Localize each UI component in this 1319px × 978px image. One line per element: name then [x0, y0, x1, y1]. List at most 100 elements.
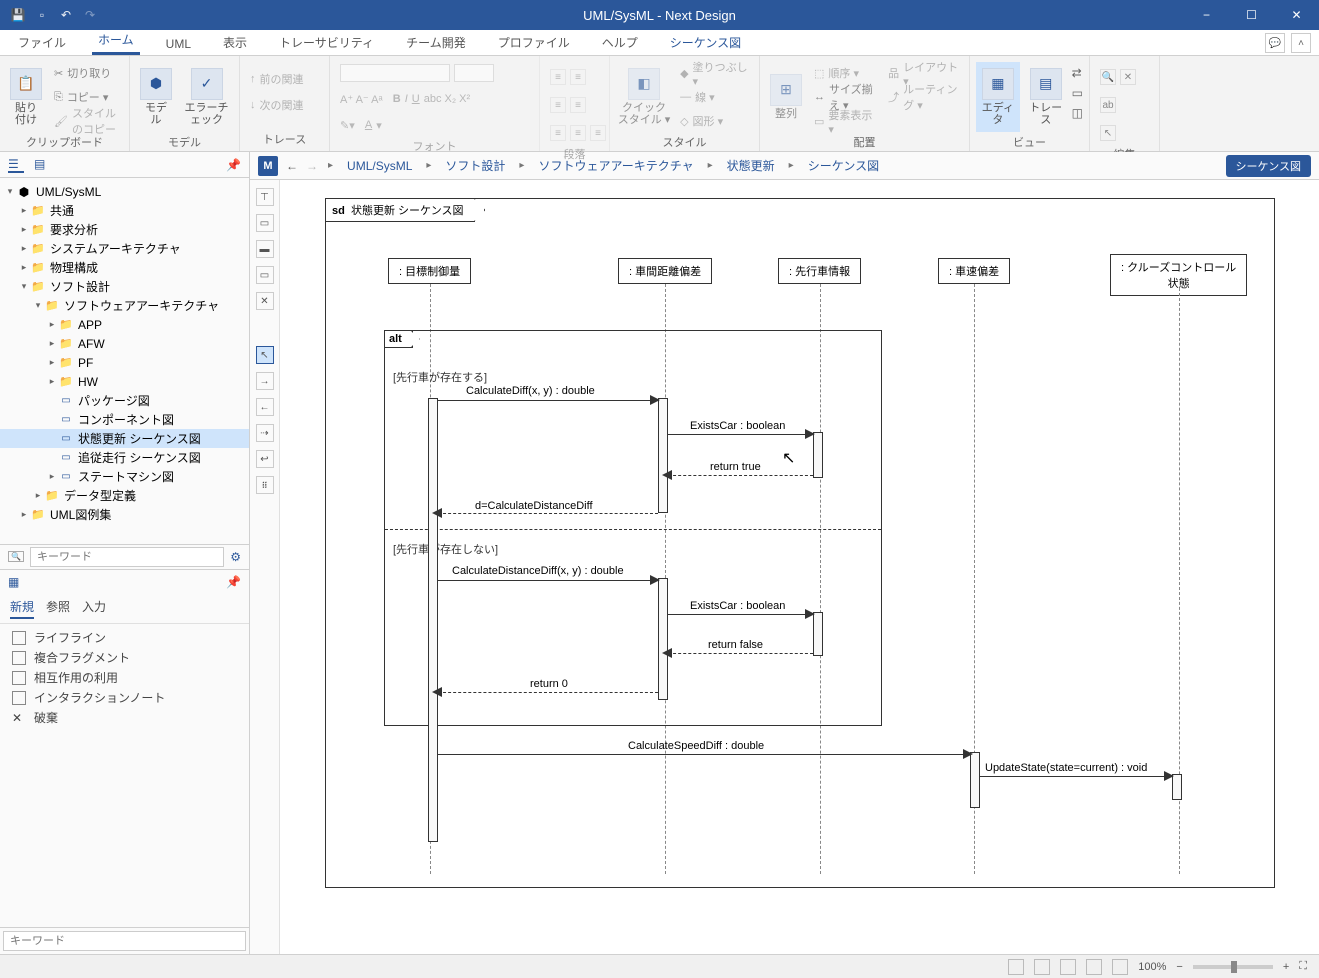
tree-item[interactable]: ▾📁ソフト設計 [0, 277, 249, 296]
lifeline-1[interactable]: : 目標制御量 [388, 258, 471, 284]
vtool-arrow-left-icon[interactable]: ← [256, 398, 274, 416]
tool-destroy[interactable]: ✕破棄 [0, 708, 249, 728]
view-toggle-2-icon[interactable]: ▭ [1072, 86, 1083, 100]
shape-button[interactable]: ◇ 図形 ▾ [676, 110, 753, 132]
format-painter-button[interactable]: 🖌 スタイルのコピー [50, 110, 123, 132]
model-home-button[interactable]: M [258, 156, 278, 176]
undo-icon[interactable]: ↶ [58, 7, 74, 23]
breadcrumb-item[interactable]: シーケンス図 [804, 157, 883, 174]
search-input[interactable] [30, 547, 224, 567]
line-button[interactable]: — 線 ▾ [676, 86, 753, 108]
tree-item[interactable]: ▸📁共通 [0, 201, 249, 220]
vtool-async-icon[interactable]: ᎒᎒ [256, 476, 274, 494]
model-button[interactable]: ⬢モデル [136, 62, 176, 132]
lifeline-4[interactable]: : 車速偏差 [938, 258, 1010, 284]
replace-icon[interactable]: ab [1100, 97, 1116, 113]
activation[interactable] [970, 752, 980, 808]
next-relation-button[interactable]: ↓ 次の関連 [246, 94, 308, 116]
tab-sequence[interactable]: シーケンス図 [664, 30, 747, 55]
tab-home[interactable]: ホーム [92, 27, 140, 55]
zoom-out-button[interactable]: − [1176, 961, 1182, 973]
select-icon[interactable]: ↖ [1100, 125, 1116, 141]
alt-fragment[interactable]: alt [先行車が存在する] [先行車が存在しない] [384, 330, 882, 726]
tree-item-selected[interactable]: ▭状態更新 シーケンス図 [0, 429, 249, 448]
tree-item[interactable]: ▾📁ソフトウェアアーキテクチャ [0, 296, 249, 315]
tree-item[interactable]: ▸📁HW [0, 372, 249, 391]
editor-view-button[interactable]: ▦エディタ [976, 62, 1020, 132]
lifeline-3[interactable]: : 先行車情報 [778, 258, 861, 284]
routing-button[interactable]: ⤴ ルーティング ▾ [884, 86, 963, 108]
toolbox-tab-new[interactable]: 新規 [10, 598, 34, 619]
tool-combined-fragment[interactable]: 複合フラグメント [0, 648, 249, 668]
tree-item[interactable]: ▸📁データ型定義 [0, 486, 249, 505]
save-icon[interactable]: 💾 [10, 7, 26, 23]
tree-item[interactable]: ▭コンポーネント図 [0, 410, 249, 429]
size-align-button[interactable]: ↔ サイズ揃え ▾ [810, 86, 880, 108]
tab-trace[interactable]: トレーサビリティ [273, 30, 380, 55]
quick-style-button[interactable]: ◧クイック スタイル ▾ [616, 62, 672, 132]
tree-item[interactable]: ▸📁AFW [0, 334, 249, 353]
tree-item[interactable]: ▸📁APP [0, 315, 249, 334]
vtool-sync-icon[interactable]: ↩ [256, 450, 274, 468]
vtool-arrow-right-icon[interactable]: → [256, 372, 274, 390]
search-option-icon[interactable]: ⚙ [230, 550, 241, 564]
vtool-pointer-icon[interactable]: ↖ [256, 346, 274, 364]
status-view-1-icon[interactable] [1008, 959, 1024, 975]
redo-icon[interactable]: ↷ [82, 7, 98, 23]
align-button[interactable]: ⊞整列 [766, 62, 806, 132]
view-toggle-1-icon[interactable]: ⇄ [1072, 66, 1083, 80]
status-view-5-icon[interactable] [1112, 959, 1128, 975]
breadcrumb-item[interactable]: ソフト設計 [441, 157, 509, 174]
find-icon[interactable]: 🔍 [1100, 69, 1116, 85]
tree-item[interactable]: ▸📁物理構成 [0, 258, 249, 277]
lifeline-2[interactable]: : 車間距離偏差 [618, 258, 712, 284]
toolbox-tab-ref[interactable]: 参照 [46, 598, 70, 619]
tab-uml[interactable]: UML [160, 33, 197, 55]
nav-back-icon[interactable]: ← [286, 159, 298, 173]
activation[interactable] [428, 398, 438, 842]
keyword-input[interactable] [3, 931, 246, 951]
lifeline-5[interactable]: : クルーズコントロール 状態 [1110, 254, 1247, 296]
activation[interactable] [658, 578, 668, 700]
fit-screen-icon[interactable]: ⛶ [1299, 960, 1307, 973]
status-view-3-icon[interactable] [1060, 959, 1076, 975]
vtool-5-icon[interactable]: ✕ [256, 292, 274, 310]
tab-file[interactable]: ファイル [12, 30, 72, 55]
vtool-3-icon[interactable]: ▬ [256, 240, 274, 258]
trace-view-button[interactable]: ▤トレース [1024, 62, 1068, 132]
maximize-icon[interactable]: ☐ [1229, 0, 1274, 30]
toolbox-tab-input[interactable]: 入力 [82, 598, 106, 619]
tab-view[interactable]: 表示 [217, 30, 253, 55]
tree-item[interactable]: ▸📁PF [0, 353, 249, 372]
tab-profile[interactable]: プロファイル [492, 30, 576, 55]
tool-interaction-note[interactable]: インタラクションノート [0, 688, 249, 708]
feedback-icon[interactable]: 💬 [1265, 33, 1285, 53]
prev-relation-button[interactable]: ↑ 前の関連 [246, 68, 308, 90]
font-size-select[interactable] [454, 64, 494, 82]
vtool-dash-arrow-icon[interactable]: ⇢ [256, 424, 274, 442]
tool-interaction-use[interactable]: 相互作用の利用 [0, 668, 249, 688]
status-view-2-icon[interactable] [1034, 959, 1050, 975]
model-tree[interactable]: ▾⬢UML/SysML ▸📁共通 ▸📁要求分析 ▸📁システムアーキテクチャ ▸📁… [0, 178, 249, 544]
nav-forward-icon[interactable]: → [306, 159, 318, 173]
tree-item[interactable]: ▭追従走行 シーケンス図 [0, 448, 249, 467]
order-button[interactable]: ⬚ 順序 ▾ [810, 62, 880, 84]
tab-team[interactable]: チーム開発 [400, 30, 472, 55]
tool-lifeline[interactable]: ライフライン [0, 628, 249, 648]
vtool-4-icon[interactable]: ▭ [256, 266, 274, 284]
zoom-level[interactable]: 100% [1138, 961, 1166, 973]
tree-item[interactable]: ▸📁UML図例集 [0, 505, 249, 524]
toolbox-pin-icon[interactable]: 📌 [226, 575, 241, 589]
sidebar-pin-icon[interactable]: 📌 [226, 158, 241, 172]
diagram-canvas[interactable]: sd 状態更新 シーケンス図 : 目標制御量 : 車間距離偏差 : 先行車情報 … [280, 180, 1319, 954]
tree-root[interactable]: ▾⬢UML/SysML [0, 182, 249, 201]
error-check-button[interactable]: ✓エラーチェック [180, 62, 233, 132]
cut-button[interactable]: ✂ 切り取り [50, 62, 123, 84]
delete-icon[interactable]: ✕ [1120, 69, 1136, 85]
view-toggle-3-icon[interactable]: ◫ [1072, 106, 1083, 120]
element-display-button[interactable]: ▭ 要素表示 ▾ [810, 110, 880, 132]
tree-item[interactable]: ▸▭ステートマシン図 [0, 467, 249, 486]
zoom-slider[interactable] [1193, 965, 1273, 969]
fill-button[interactable]: ◆ 塗りつぶし ▾ [676, 62, 753, 84]
new-icon[interactable]: ▫ [34, 7, 50, 23]
